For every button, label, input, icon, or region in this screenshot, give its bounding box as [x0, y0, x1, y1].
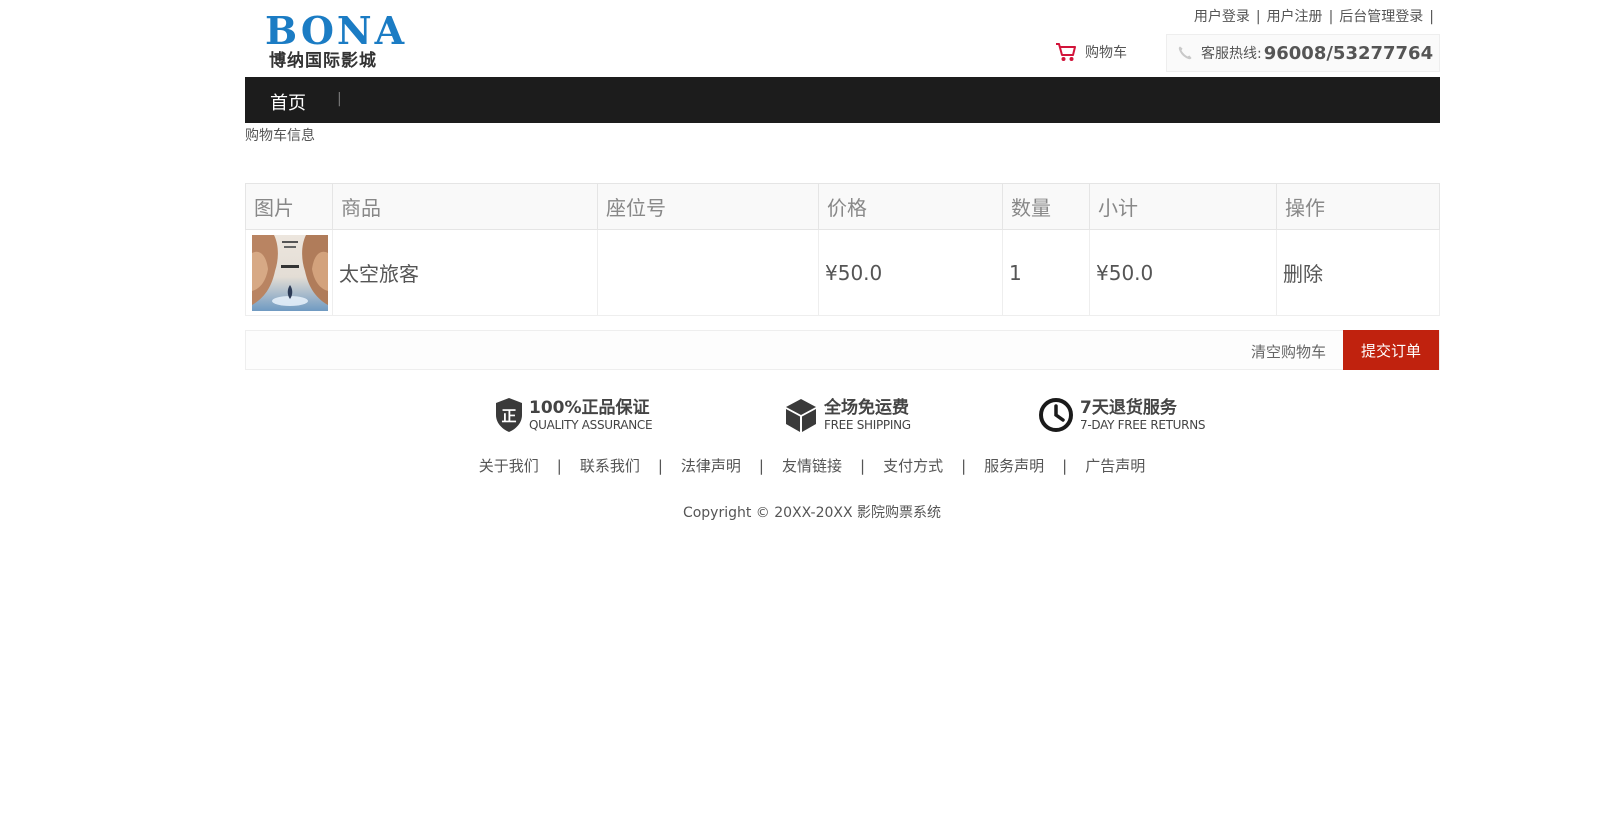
guarantee-returns-title: 7天退货服务 — [1080, 397, 1177, 418]
seat-number — [597, 229, 819, 316]
nav-divider: | — [337, 91, 342, 107]
quantity: 1 — [1002, 229, 1090, 316]
top-link-separator: | — [1255, 9, 1261, 25]
guarantee-returns-subtitle: 7-DAY FREE RETURNS — [1080, 417, 1206, 432]
shield-icon-glyph: 正 — [501, 407, 516, 425]
footer-links: 关于我们 | 联系我们 | 法律声明 | 友情链接 | 支付方式 | 服务声明 | 广告声明 — [0, 455, 1624, 476]
logo-text-cn: 博纳国际影城 — [269, 51, 377, 71]
table-header-row: 图片 商品 座位号 价格 数量 小计 操作 — [245, 183, 1440, 230]
admin-login-link[interactable]: 后台管理登录 — [1339, 9, 1423, 25]
footer-link-legal[interactable]: 法律声明 — [681, 457, 741, 475]
movie-poster-image — [252, 234, 328, 311]
hotline-box: 客服热线: 96008/53277764 — [1166, 34, 1440, 72]
footer-link-separator: | — [657, 457, 663, 475]
copyright: Copyright © 20XX-20XX 影院购票系统 — [682, 505, 942, 521]
main-nav: 首页 | — [245, 77, 1440, 123]
column-header-subtotal: 小计 — [1089, 183, 1277, 230]
shield-icon: 正 — [496, 398, 522, 432]
footer-link-separator: | — [758, 457, 764, 475]
guarantee-shipping-subtitle: FREE SHIPPING — [824, 417, 911, 432]
footer-link-about[interactable]: 关于我们 — [479, 457, 539, 475]
column-header-image: 图片 — [245, 183, 333, 230]
clock-icon — [1039, 398, 1073, 432]
clear-cart-button[interactable]: 清空购物车 — [1251, 341, 1326, 362]
product-name: 太空旅客 — [332, 229, 598, 316]
hotline-number: 96008/53277764 — [1263, 42, 1434, 64]
cart-link-label: 购物车 — [1085, 45, 1127, 61]
cart-action-bar: 清空购物车 提交订单 — [245, 330, 1440, 370]
phone-icon — [1178, 46, 1192, 60]
footer-link-separator: | — [860, 457, 866, 475]
poster-cell — [245, 229, 333, 316]
cart-table: 图片 商品 座位号 价格 数量 小计 操作 太空旅客 ¥50.0 1 ¥50.0… — [245, 183, 1440, 316]
footer-link-contact[interactable]: 联系我们 — [580, 457, 640, 475]
footer-link-payment[interactable]: 支付方式 — [883, 457, 943, 475]
footer-link-separator: | — [556, 457, 562, 475]
top-link-separator: | — [1429, 9, 1434, 25]
top-links: 用户登录 | 用户注册 | 后台管理登录 | — [1194, 6, 1440, 26]
cart-icon — [1056, 43, 1076, 61]
submit-order-button[interactable]: 提交订单 — [1343, 330, 1439, 370]
footer-link-service[interactable]: 服务声明 — [984, 457, 1044, 475]
guarantee-returns: 7天退货服务 7-DAY FREE RETURNS — [1038, 397, 1206, 433]
footer-link-separator: | — [961, 457, 967, 475]
nav-item-home[interactable]: 首页 — [270, 89, 306, 115]
footer-link-separator: | — [1062, 457, 1068, 475]
logo-text-en: BONA — [265, 8, 408, 53]
breadcrumb: 购物车信息 — [245, 128, 315, 144]
header: BONA 博纳国际影城 用户登录 | 用户注册 | 后台管理登录 | 购物车 客服热线: … — [245, 0, 1440, 77]
price: ¥50.0 — [818, 229, 1003, 316]
delete-item-button[interactable]: 删除 — [1283, 262, 1323, 286]
login-link[interactable]: 用户登录 — [1194, 9, 1250, 25]
guarantee-quality-title: 100%正品保证 — [529, 397, 650, 418]
hotline-label: 客服热线: — [1201, 46, 1262, 62]
column-header-seat: 座位号 — [597, 183, 819, 230]
guarantee-quality-subtitle: QUALITY ASSURANCE — [529, 417, 653, 432]
footer-link-ads[interactable]: 广告声明 — [1085, 457, 1145, 475]
cart-link[interactable]: 购物车 — [1055, 42, 1127, 62]
bona-logo[interactable]: BONA 博纳国际影城 — [265, 8, 465, 72]
box-icon — [786, 399, 816, 432]
table-row: 太空旅客 ¥50.0 1 ¥50.0 删除 — [245, 229, 1440, 316]
top-link-separator: | — [1328, 9, 1334, 25]
column-header-product: 商品 — [332, 183, 598, 230]
guarantee-shipping-title: 全场免运费 — [824, 397, 909, 418]
guarantee-quality: 正 100%正品保证 QUALITY ASSURANCE — [495, 397, 653, 433]
column-header-price: 价格 — [818, 183, 1003, 230]
guarantee-strip: 正 100%正品保证 QUALITY ASSURANCE 全场免运费 FREE … — [0, 397, 1624, 437]
register-link[interactable]: 用户注册 — [1267, 9, 1323, 25]
column-header-action: 操作 — [1276, 183, 1440, 230]
subtotal: ¥50.0 — [1089, 229, 1277, 316]
guarantee-shipping: 全场免运费 FREE SHIPPING — [784, 397, 911, 433]
column-header-quantity: 数量 — [1002, 183, 1090, 230]
footer-link-friends[interactable]: 友情链接 — [782, 457, 842, 475]
